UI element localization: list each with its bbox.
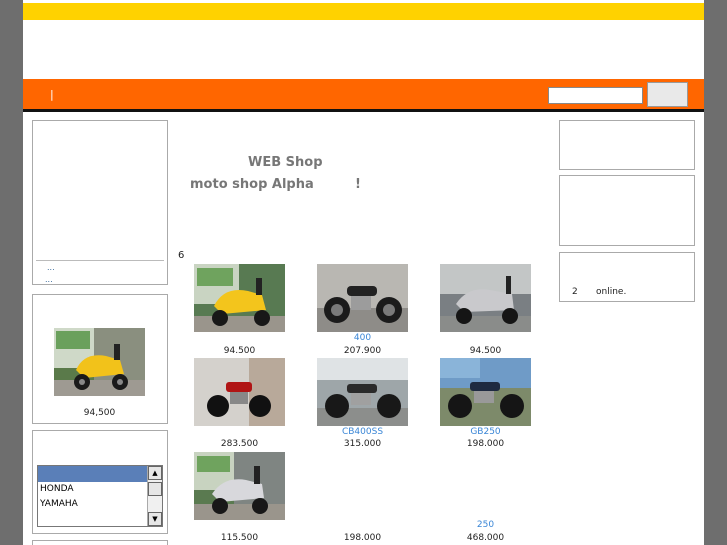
sidebar-right-box-1 (559, 120, 695, 170)
sidebar-left-box-news: ... ... (32, 120, 168, 285)
product-price: 198.000 (466, 439, 505, 449)
nav-divider: | (50, 88, 54, 101)
sidebar-left-box-makers: HONDA YAMAHA ▲ ▼ (32, 430, 168, 534)
maker-option-honda[interactable]: HONDA (40, 484, 74, 494)
product-price: 198.000 (343, 533, 382, 543)
maker-option-yamaha[interactable]: YAMAHA (40, 499, 78, 509)
more-link[interactable]: ... (45, 275, 53, 284)
selected-option-highlight (38, 466, 150, 482)
welcome-line-3: ! (355, 177, 361, 192)
listbox-scrollbar[interactable]: ▲ ▼ (147, 466, 162, 526)
product-label[interactable]: 400 (317, 333, 408, 343)
product-photo[interactable] (194, 452, 285, 520)
search-button[interactable] (647, 82, 688, 107)
product-photo[interactable] (440, 358, 531, 426)
featured-photo[interactable] (54, 328, 145, 396)
sidebar-right-box-online: 2 online. (559, 252, 695, 302)
product-price: 283.500 (220, 439, 259, 449)
sidebar-right-box-2 (559, 175, 695, 246)
welcome-line-2: moto shop Alpha (190, 177, 314, 192)
product-price: 468.000 (466, 533, 505, 543)
sidebar-left-box-featured: 94,500 (32, 294, 168, 424)
top-banner-bar (23, 0, 704, 20)
product-price: 315.000 (343, 439, 382, 449)
scroll-down-icon[interactable]: ▼ (148, 512, 162, 526)
product-photo[interactable] (194, 264, 285, 332)
item-count: 6 (178, 250, 185, 261)
online-label: online. (596, 287, 627, 297)
product-price: 207.900 (343, 346, 382, 356)
product-label[interactable]: GB250 (440, 427, 531, 437)
scroll-up-icon[interactable]: ▲ (148, 466, 162, 480)
product-price: 94.500 (469, 346, 502, 356)
divider (36, 260, 164, 261)
product-price: 115.500 (220, 533, 259, 543)
product-photo[interactable] (317, 358, 408, 426)
page: | ... ... 94,500 HONDA YAMAHA ▲ ▼ 2 onli… (23, 0, 704, 545)
product-photo[interactable] (194, 358, 285, 426)
product-price: 94.500 (223, 346, 256, 356)
nav-bar: | (23, 79, 704, 112)
sidebar-left-box-extra (32, 540, 168, 545)
maker-listbox[interactable]: HONDA YAMAHA ▲ ▼ (37, 465, 163, 527)
scroll-thumb[interactable] (148, 482, 162, 496)
product-label[interactable]: 250 (440, 520, 531, 530)
more-link[interactable]: ... (47, 263, 55, 272)
featured-price: 94,500 (83, 408, 116, 418)
welcome-line-1: WEB Shop (248, 155, 323, 170)
online-count: 2 (572, 287, 578, 297)
product-label[interactable]: CB400SS (317, 427, 408, 437)
search-input[interactable] (548, 87, 643, 104)
product-photo[interactable] (317, 264, 408, 332)
product-photo[interactable] (440, 264, 531, 332)
